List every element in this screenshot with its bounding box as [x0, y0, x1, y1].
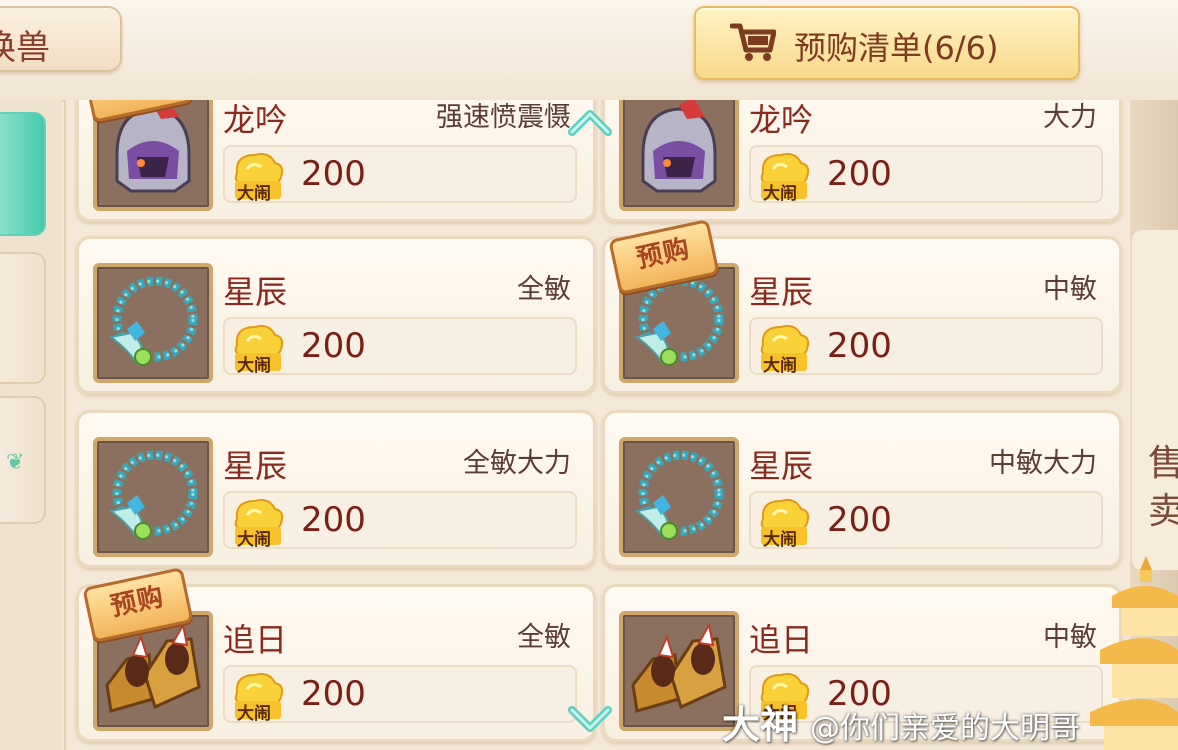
item-card[interactable]: 预购 星辰 中敏 大闹 200 — [602, 219, 1122, 394]
preorder-list-button[interactable]: 预购清单(6/6) — [694, 6, 1080, 80]
item-card[interactable]: 预购 龙吟 强速愤震慑 大闹 200 — [76, 100, 596, 222]
item-attributes: 大力 — [1043, 102, 1097, 133]
category-tab[interactable] — [0, 252, 46, 384]
currency-cloud-icon: 大闹 — [229, 149, 285, 204]
item-price: 200 — [301, 500, 366, 540]
shopping-cart-icon — [730, 23, 776, 61]
item-thumbnail[interactable] — [619, 437, 739, 557]
item-price: 200 — [301, 326, 366, 366]
category-tab-active[interactable] — [0, 112, 46, 236]
item-attributes: 全敏 — [517, 274, 571, 305]
currency-label: 大闹 — [237, 356, 271, 376]
tab-beast-exchange-label: 换兽 — [0, 28, 50, 68]
currency-label: 大闹 — [763, 184, 797, 204]
pagoda-decoration-icon — [1090, 556, 1178, 750]
item-price: 200 — [301, 154, 366, 194]
item-attributes: 全敏大力 — [463, 448, 571, 479]
item-name: 追日 — [223, 621, 288, 659]
currency-cloud-icon: 大闹 — [755, 149, 811, 204]
currency-label: 大闹 — [763, 530, 797, 550]
price-box: 大闹 200 — [749, 317, 1103, 376]
item-attributes: 中敏大力 — [989, 448, 1097, 479]
item-attributes: 全敏 — [517, 622, 571, 653]
price-box: 大闹 200 — [223, 491, 577, 550]
price-box: 大闹 200 — [223, 665, 577, 724]
item-price: 200 — [827, 154, 892, 194]
item-thumbnail[interactable] — [93, 437, 213, 557]
item-card[interactable]: 龙吟 大力 大闹 200 — [602, 100, 1122, 222]
item-name: 追日 — [749, 621, 814, 659]
watermark-text: @你们亲爱的大明哥 — [810, 711, 1081, 746]
currency-cloud-icon: 大闹 — [229, 321, 285, 376]
item-card[interactable]: 星辰 中敏大力 大闹 200 — [602, 410, 1122, 568]
watermark: 大神 @你们亲爱的大明哥 — [722, 694, 1080, 749]
top-bar: 换兽 预购清单(6/6) — [0, 0, 1178, 102]
currency-cloud-icon: 大闹 — [229, 495, 285, 550]
currency-cloud-icon: 大闹 — [755, 495, 811, 550]
price-box: 大闹 200 — [223, 145, 577, 204]
currency-label: 大闹 — [763, 356, 797, 376]
item-name: 星辰 — [749, 273, 814, 311]
price-box: 大闹 200 — [749, 491, 1103, 550]
currency-label: 大闹 — [237, 184, 271, 204]
item-price: 200 — [827, 500, 892, 540]
item-name: 星辰 — [749, 447, 814, 485]
item-name: 龙吟 — [749, 101, 814, 139]
item-card[interactable]: 星辰 全敏大力 大闹 200 — [76, 410, 596, 568]
scroll-up-arrow-icon[interactable] — [566, 106, 614, 138]
preorder-list-label: 预购清单(6/6) — [794, 29, 999, 67]
currency-label: 大闹 — [237, 704, 271, 724]
price-box: 大闹 200 — [749, 145, 1103, 204]
item-list[interactable]: 预购 龙吟 强速愤震慑 大闹 200 龙吟 大力 大闹 — [64, 100, 1132, 750]
item-thumbnail[interactable] — [619, 611, 739, 731]
category-tab[interactable]: ❦ — [0, 396, 46, 524]
sell-tab-label: 售卖 — [1148, 443, 1178, 532]
watermark-logo: 大神 — [722, 703, 799, 747]
item-thumbnail[interactable] — [93, 263, 213, 383]
item-name: 星辰 — [223, 273, 288, 311]
item-name: 龙吟 — [223, 101, 288, 139]
item-attributes: 中敏 — [1043, 274, 1097, 305]
currency-cloud-icon: 大闹 — [229, 669, 285, 724]
item-price: 200 — [827, 326, 892, 366]
currency-label: 大闹 — [237, 530, 271, 550]
item-card[interactable]: 预购 追日 全敏 大闹 200 — [76, 567, 596, 742]
scroll-down-arrow-icon[interactable] — [566, 704, 614, 736]
item-thumbnail[interactable] — [619, 100, 739, 211]
item-attributes: 强速愤震慑 — [436, 102, 571, 133]
item-name: 星辰 — [223, 447, 288, 485]
sell-tab[interactable]: 售卖 — [1132, 230, 1178, 570]
tab-beast-exchange[interactable]: 换兽 — [0, 6, 122, 72]
item-card[interactable]: 星辰 全敏 大闹 200 — [76, 236, 596, 394]
category-side-nav: ❦ — [0, 100, 62, 750]
item-price: 200 — [301, 674, 366, 714]
leaf-icon: ❦ — [6, 450, 25, 475]
price-box: 大闹 200 — [223, 317, 577, 376]
currency-cloud-icon: 大闹 — [755, 321, 811, 376]
